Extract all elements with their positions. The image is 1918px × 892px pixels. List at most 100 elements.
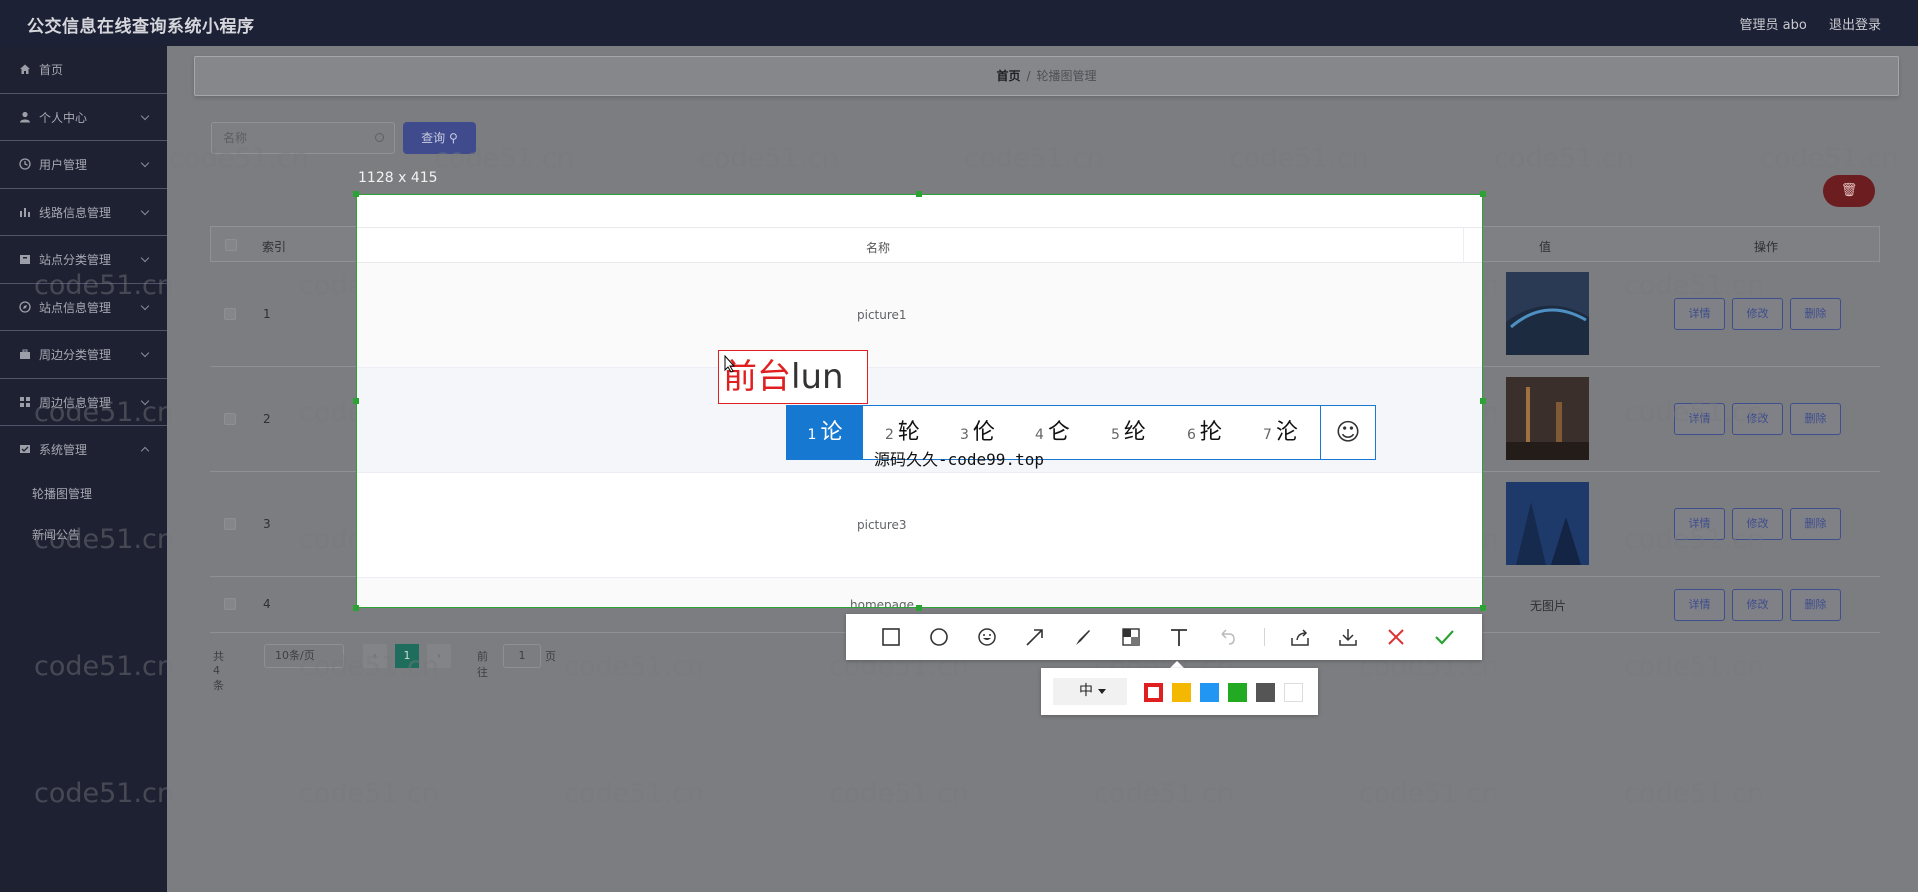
row-checkbox[interactable] <box>224 308 236 320</box>
undo-icon[interactable] <box>1216 626 1238 648</box>
row-index: 2 <box>263 412 271 426</box>
ime-candidate[interactable]: 7沦 <box>1263 406 1298 459</box>
header-ops: 操作 <box>1754 240 1779 254</box>
sidebar-item-profile[interactable]: 个人中心 <box>0 94 167 141</box>
edit-button[interactable]: 修改 <box>1732 298 1783 330</box>
ime-candidate[interactable]: 6抡 <box>1187 406 1222 459</box>
sidebar-subitem-news[interactable]: 新闻公告 <box>0 515 167 556</box>
detail-button[interactable]: 详情 <box>1674 589 1725 621</box>
delete-button[interactable]: 删除 <box>1790 508 1841 540</box>
candidate-char: 轮 <box>897 420 920 445</box>
close-icon[interactable] <box>1385 626 1407 648</box>
header-name: 名称 <box>866 241 891 255</box>
sidebar-item-label: 站点分类管理 <box>39 253 112 267</box>
detail-button[interactable]: 详情 <box>1674 298 1725 330</box>
rectangle-icon[interactable] <box>880 626 902 648</box>
page-number-current[interactable]: 1 <box>395 644 419 668</box>
capture-size-label: 1128 x 415 <box>358 170 438 186</box>
watermark-text: code51.cn <box>1094 778 1235 809</box>
breadcrumb-current: 轮播图管理 <box>1036 69 1097 83</box>
sidebar-item-nearby-category[interactable]: 周边分类管理 <box>0 331 167 379</box>
delete-button[interactable]: 删除 <box>1790 298 1841 330</box>
edit-button[interactable]: 修改 <box>1732 589 1783 621</box>
total-count: 共 4 条 <box>213 650 224 692</box>
search-input[interactable]: 名称 <box>211 122 395 154</box>
color-swatch-red[interactable] <box>1144 683 1163 702</box>
page-size-select[interactable]: 10条/页 <box>264 644 344 668</box>
color-swatch-yellow[interactable] <box>1172 683 1191 702</box>
resize-handle[interactable] <box>1480 191 1486 197</box>
color-swatch-gray[interactable] <box>1256 683 1275 702</box>
sidebar-item-station-info[interactable]: 站点信息管理 <box>0 284 167 331</box>
sidebar-item-nearby-info[interactable]: 周边信息管理 <box>0 379 167 426</box>
ellipse-icon[interactable] <box>928 626 950 648</box>
row-checkbox[interactable] <box>224 413 236 425</box>
edit-button[interactable]: 修改 <box>1732 403 1783 435</box>
watermark-text: code51.cn <box>299 778 440 809</box>
ime-preedit-box[interactable]: 前台lun <box>718 350 868 404</box>
sidebar-subitem-carousel[interactable]: 轮播图管理 <box>0 474 167 515</box>
detail-button[interactable]: 详情 <box>1674 403 1725 435</box>
batch-delete-button[interactable]: 🗑 <box>1823 175 1875 207</box>
row-checkbox[interactable] <box>224 598 236 610</box>
mosaic-icon[interactable] <box>1120 626 1142 648</box>
candidate-char: 沦 <box>1275 420 1298 445</box>
emoji-icon[interactable]: ☺ <box>1320 406 1375 459</box>
resize-handle[interactable] <box>1480 605 1486 611</box>
sidebar-item-home[interactable]: 首页 <box>0 46 167 94</box>
download-icon[interactable] <box>1337 626 1359 648</box>
breadcrumb-home[interactable]: 首页 <box>996 69 1020 83</box>
edit-button[interactable]: 修改 <box>1732 508 1783 540</box>
color-swatch-blue[interactable] <box>1200 683 1219 702</box>
row-image <box>1506 377 1589 460</box>
ime-candidate[interactable]: 5纶 <box>1111 406 1146 459</box>
capture-region[interactable]: 名称 picture1 picture2 picture3 homepage <box>356 194 1483 608</box>
delete-button[interactable]: 删除 <box>1790 403 1841 435</box>
chevron-down-icon <box>140 158 150 168</box>
color-swatch-green[interactable] <box>1228 683 1247 702</box>
brush-icon[interactable] <box>1072 626 1094 648</box>
confirm-icon[interactable] <box>1433 626 1455 648</box>
logout-link[interactable]: 退出登录 <box>1829 18 1881 33</box>
candidate-char: 伦 <box>972 420 995 445</box>
prev-page-button[interactable]: ‹ <box>363 644 387 668</box>
text-icon[interactable] <box>1168 626 1190 648</box>
row-index: 4 <box>263 597 271 611</box>
resize-handle[interactable] <box>1480 398 1486 404</box>
mouse-cursor-icon <box>724 355 736 373</box>
chevron-up-icon <box>140 446 150 456</box>
row-name: picture1 <box>857 308 907 322</box>
resize-handle[interactable] <box>353 605 359 611</box>
home-icon <box>20 64 30 74</box>
search-button[interactable]: 查询 ⚲ <box>403 122 476 154</box>
snip-toolbar <box>846 614 1482 660</box>
breadcrumb: 首页 / 轮播图管理 <box>194 56 1899 96</box>
font-size-select[interactable]: 中 <box>1053 678 1127 705</box>
briefcase-icon <box>20 349 30 359</box>
ime-candidate[interactable]: 1论 <box>787 406 863 459</box>
sidebar-item-users[interactable]: 用户管理 <box>0 141 167 189</box>
select-all-checkbox[interactable] <box>225 239 237 251</box>
next-page-button[interactable]: › <box>427 644 451 668</box>
color-swatch-white[interactable] <box>1284 683 1303 702</box>
resize-handle[interactable] <box>916 605 922 611</box>
detail-button[interactable]: 详情 <box>1674 508 1725 540</box>
sidebar-item-system[interactable]: 系统管理 <box>0 426 167 474</box>
sidebar-item-label: 个人中心 <box>39 110 88 125</box>
capture-row: picture1 <box>357 263 1482 368</box>
arrow-icon[interactable] <box>1024 626 1046 648</box>
row-checkbox[interactable] <box>224 518 236 530</box>
goto-page-input[interactable]: 1 <box>503 644 541 668</box>
resize-handle[interactable] <box>353 191 359 197</box>
row-index: 3 <box>263 517 271 531</box>
sidebar-item-station-category[interactable]: 站点分类管理 <box>0 236 167 284</box>
sidebar-item-routes[interactable]: 线路信息管理 <box>0 189 167 236</box>
watermark-text: code51.cn <box>1229 143 1370 174</box>
toolbar-pointer <box>1170 661 1184 668</box>
emoji-icon[interactable] <box>976 626 998 648</box>
resize-handle[interactable] <box>916 191 922 197</box>
resize-handle[interactable] <box>353 398 359 404</box>
delete-button[interactable]: 删除 <box>1790 589 1841 621</box>
share-icon[interactable] <box>1289 626 1311 648</box>
admin-user-label[interactable]: 管理员 abo <box>1740 18 1807 33</box>
